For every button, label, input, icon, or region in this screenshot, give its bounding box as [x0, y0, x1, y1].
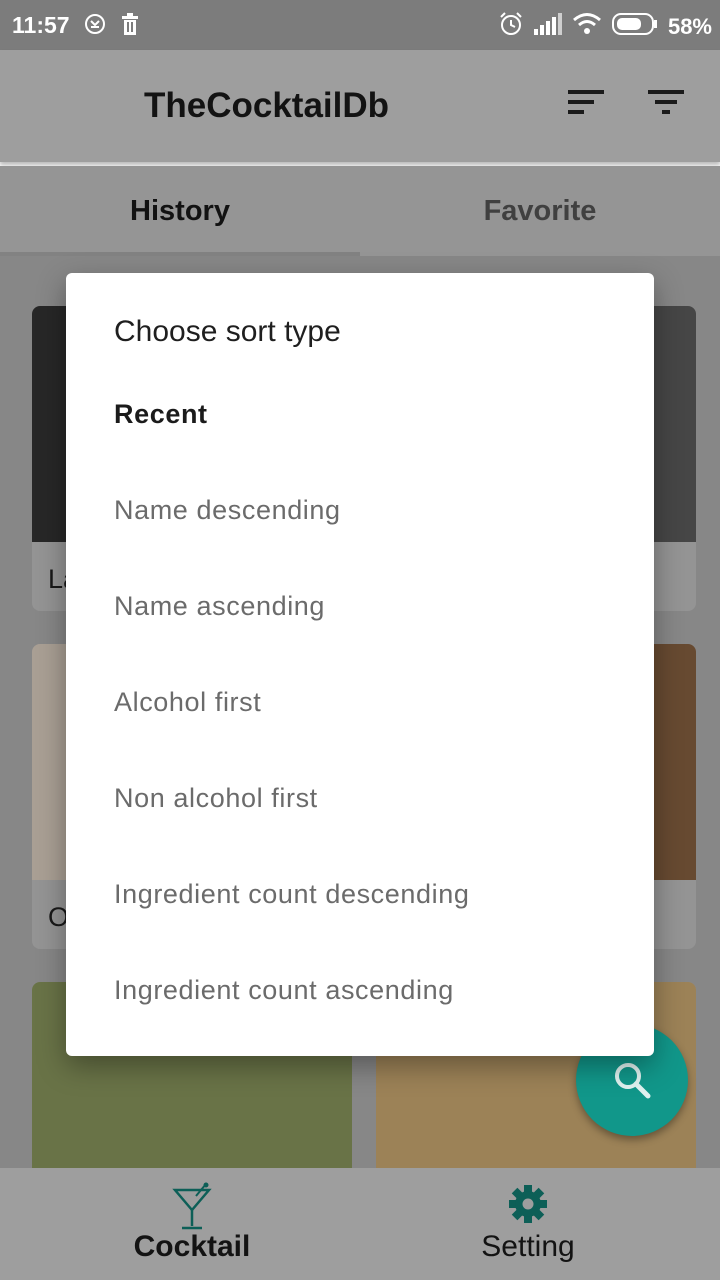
sync-icon — [84, 13, 106, 40]
sort-option-name-descending[interactable]: Name descending — [66, 465, 654, 561]
sort-option-label: Name descending — [114, 495, 341, 525]
sort-option-ingredient-count-ascending[interactable]: Ingredient count ascending — [66, 945, 654, 1041]
cocktail-glass-icon — [172, 1182, 212, 1232]
wifi-icon — [572, 12, 602, 41]
nav-label: Cocktail — [133, 1230, 251, 1263]
status-bar: 11:57 58% — [0, 0, 720, 50]
trash-icon — [120, 13, 140, 40]
sort-option-label: Non alcohol first — [114, 783, 318, 813]
sort-option-ingredient-count-descending[interactable]: Ingredient count descending — [66, 849, 654, 945]
sort-option-non-alcohol-first[interactable]: Non alcohol first — [66, 753, 654, 849]
sort-button[interactable] — [566, 88, 618, 128]
filter-button[interactable] — [646, 88, 698, 128]
signal-icon — [533, 13, 562, 40]
sort-option-alcohol-first[interactable]: Alcohol first — [66, 657, 654, 753]
battery-percent: 58% — [667, 13, 712, 39]
status-time: 11:57 — [12, 12, 70, 38]
sort-type-dialog: Choose sort type Recent Name descending … — [66, 273, 654, 1056]
sort-option-label: Ingredient count ascending — [114, 975, 454, 1005]
filter-icon — [646, 90, 686, 120]
nav-label: Setting — [481, 1230, 575, 1263]
app-bar: TheCocktailDb — [0, 50, 720, 162]
sort-icon — [566, 90, 606, 120]
sort-option-label: Ingredient count descending — [114, 879, 470, 909]
alarm-icon — [498, 11, 524, 42]
dialog-title: Choose sort type — [114, 315, 341, 348]
sort-option-recent[interactable]: Recent — [66, 369, 654, 465]
sort-option-name-ascending[interactable]: Name ascending — [66, 561, 654, 657]
nav-cocktail[interactable]: Cocktail — [12, 1168, 372, 1280]
sort-option-label: Recent — [114, 399, 208, 429]
nav-setting[interactable]: Setting — [348, 1168, 708, 1280]
app-title: TheCocktailDb — [144, 86, 390, 125]
gear-icon — [508, 1182, 548, 1232]
sort-option-label: Alcohol first — [114, 687, 262, 717]
bottom-navigation: Cocktail Setting — [0, 1168, 720, 1280]
battery-icon — [611, 13, 658, 40]
sort-option-label: Name ascending — [114, 591, 326, 621]
